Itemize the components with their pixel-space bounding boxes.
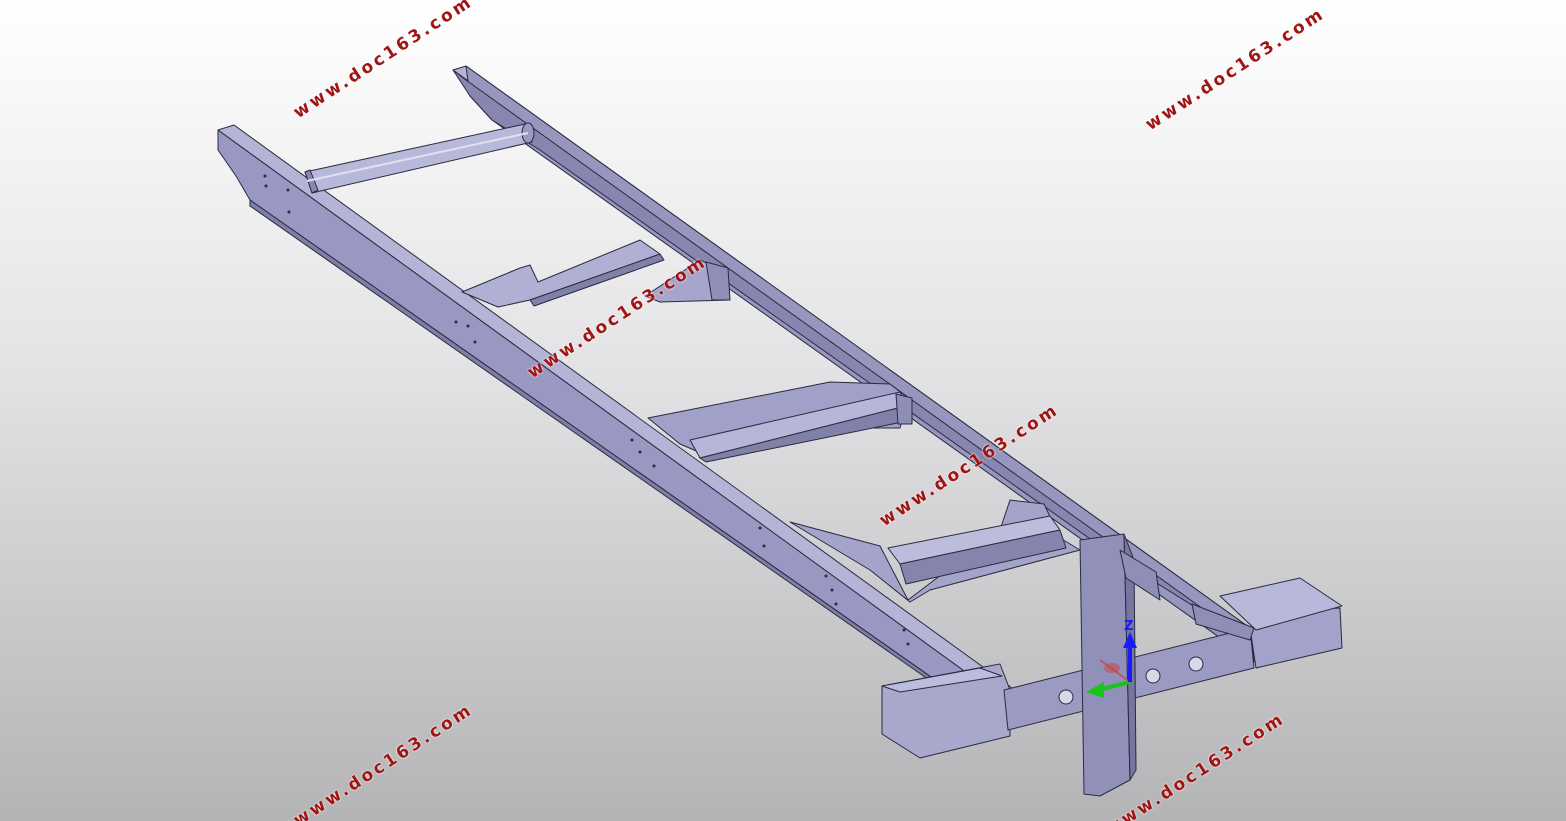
3d-viewport[interactable]: Z www.doc163.com www.doc163.com www.doc1… — [0, 0, 1566, 821]
tube-crossmember — [304, 122, 535, 194]
left-main-rail — [217, 124, 1013, 736]
truck-frame-model[interactable]: Z — [0, 0, 1566, 821]
x-axis-head-icon — [1104, 663, 1120, 673]
crossmember-3 — [647, 381, 913, 463]
z-axis-label: Z — [1124, 619, 1133, 634]
